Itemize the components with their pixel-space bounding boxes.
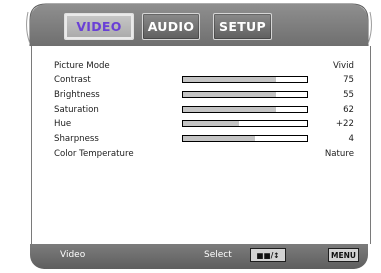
setting-label: Picture Mode xyxy=(54,61,110,71)
tab-video[interactable]: VIDEO xyxy=(64,13,134,40)
brightness-slider[interactable] xyxy=(182,91,308,98)
nav-keys-label: ■■/↕ xyxy=(256,250,280,260)
setting-row-picture-mode[interactable]: Picture Mode Vivid xyxy=(54,59,354,73)
tab-bar: VIDEO AUDIO SETUP xyxy=(30,4,368,46)
saturation-slider[interactable] xyxy=(182,106,308,113)
setting-value: 62 xyxy=(343,105,354,115)
setting-label: Contrast xyxy=(54,75,91,85)
setting-row-saturation[interactable]: Saturation 62 xyxy=(54,103,354,117)
current-section-label: Video xyxy=(60,250,86,260)
setting-value: 55 xyxy=(343,90,354,100)
slider-fill xyxy=(183,77,276,82)
setting-row-sharpness[interactable]: Sharpness 4 xyxy=(54,132,354,146)
hue-slider[interactable] xyxy=(182,120,308,127)
setting-value: 75 xyxy=(343,75,354,85)
setting-value: Nature xyxy=(324,149,354,159)
tab-setup-label: SETUP xyxy=(219,19,266,34)
osd-window: VIDEO AUDIO SETUP Picture Mode Vivid Con… xyxy=(0,0,381,273)
slider-fill xyxy=(183,92,276,97)
setting-label: Color Temperature xyxy=(54,149,134,159)
slider-fill xyxy=(183,121,239,126)
tab-video-label: VIDEO xyxy=(76,19,122,34)
setting-label: Sharpness xyxy=(54,134,99,144)
menu-button[interactable]: MENU xyxy=(328,248,359,262)
setting-label: Brightness xyxy=(54,90,100,100)
tab-setup[interactable]: SETUP xyxy=(213,13,272,40)
nav-keys-icon: ■■/↕ xyxy=(250,248,286,262)
setting-row-hue[interactable]: Hue +22 xyxy=(54,117,354,131)
slider-fill xyxy=(183,107,276,112)
tab-audio[interactable]: AUDIO xyxy=(142,13,200,40)
setting-label: Hue xyxy=(54,119,72,129)
settings-panel: Picture Mode Vivid Contrast 75 Brightnes… xyxy=(31,46,371,244)
setting-row-contrast[interactable]: Contrast 75 xyxy=(54,73,354,87)
setting-value: Vivid xyxy=(332,61,354,71)
tab-audio-label: AUDIO xyxy=(147,19,195,34)
setting-row-brightness[interactable]: Brightness 55 xyxy=(54,88,354,102)
select-hint: Select xyxy=(204,250,232,260)
menu-button-label: MENU xyxy=(331,250,356,260)
setting-row-color-temperature[interactable]: Color Temperature Nature xyxy=(54,147,354,161)
status-bar: Video Select ■■/↕ MENU xyxy=(30,244,368,269)
contrast-slider[interactable] xyxy=(182,76,308,83)
sharpness-slider[interactable] xyxy=(182,135,308,142)
setting-label: Saturation xyxy=(54,105,99,115)
slider-fill xyxy=(183,136,255,141)
setting-value: 4 xyxy=(348,134,354,144)
setting-value: +22 xyxy=(335,119,354,129)
